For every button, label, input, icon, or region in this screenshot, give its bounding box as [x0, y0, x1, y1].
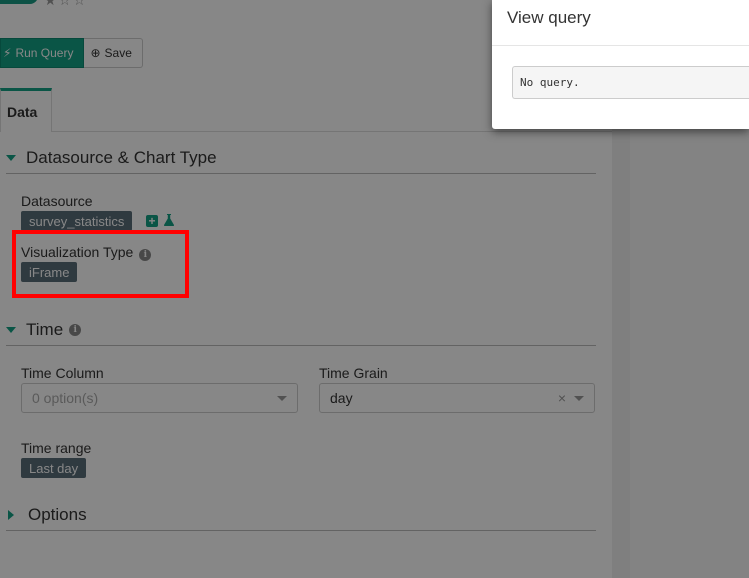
query-text: No query. [520, 76, 580, 89]
modal-title: View query [507, 8, 591, 27]
query-code-block[interactable]: No query. [512, 66, 749, 99]
view-query-modal: View query No query. [492, 0, 749, 129]
modal-divider [492, 45, 749, 46]
highlight-box [12, 230, 189, 298]
